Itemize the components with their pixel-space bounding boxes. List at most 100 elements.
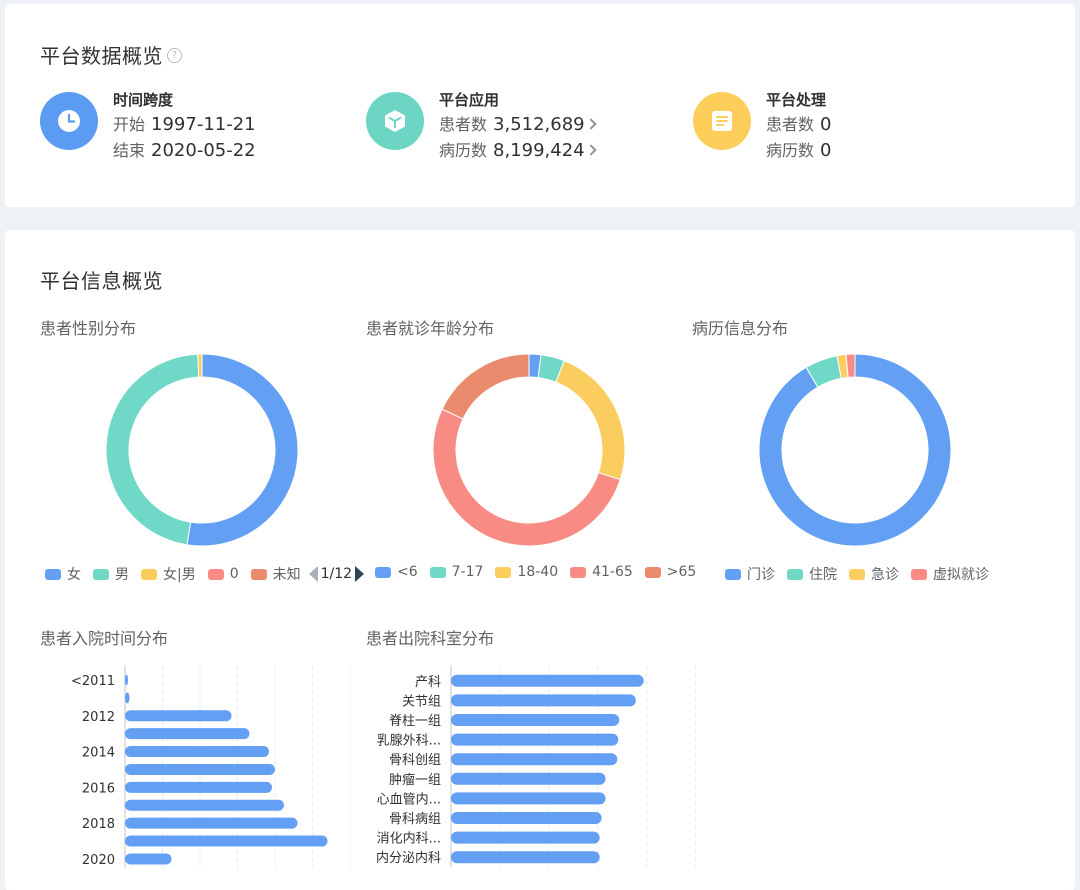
donut-slice-2[interactable]	[555, 360, 626, 481]
legend-swatch	[787, 568, 803, 580]
legend-item[interactable]: 女	[45, 564, 81, 584]
bar-0[interactable]	[451, 674, 644, 687]
bar-4[interactable]	[451, 753, 618, 766]
tick-label: 产科	[415, 675, 441, 690]
donut-slice-3[interactable]	[432, 408, 621, 547]
chevron-right-icon[interactable]	[584, 144, 597, 156]
bar-8[interactable]	[451, 831, 600, 844]
tick-label: 骨科创组	[389, 753, 441, 768]
tick-label: 2012	[82, 710, 115, 725]
stat-label: 病历数	[439, 141, 488, 160]
stat-row-patients: 患者数 0	[766, 112, 831, 138]
patients-link[interactable]: 患者数 3,512,689	[439, 112, 597, 138]
legend-item[interactable]: 7-17	[429, 564, 483, 580]
legend-label: <6	[397, 564, 418, 580]
legend-label: 女|男	[163, 567, 196, 583]
donut-slice-1[interactable]	[105, 353, 200, 546]
bar-7[interactable]	[451, 812, 602, 824]
chevron-right-icon[interactable]	[584, 118, 597, 130]
legend-item[interactable]: >65	[644, 564, 697, 580]
bar-1[interactable]	[451, 694, 636, 707]
bar-3[interactable]	[125, 728, 250, 740]
age-legend: <6 7-17 18-40 41-65 >65	[375, 564, 708, 580]
donut-slice-4[interactable]	[441, 353, 530, 420]
legend-item[interactable]: 18-40	[495, 564, 558, 580]
bar-9[interactable]	[451, 851, 600, 864]
bar-7[interactable]	[125, 799, 284, 811]
document-icon	[693, 92, 751, 150]
legend-item[interactable]: 住院	[787, 564, 837, 584]
legend-item[interactable]: 未知	[250, 564, 301, 584]
bar-6[interactable]	[451, 792, 606, 805]
bar-10[interactable]	[125, 853, 172, 865]
legend-pager: 1/12	[308, 566, 365, 582]
pager-text: 1/12	[320, 566, 353, 582]
bar-5[interactable]	[125, 763, 275, 775]
gender-legend: 女 男 女|男 0 未知 1/12	[45, 564, 365, 584]
gender-donut-chart	[105, 353, 299, 547]
stat-value: 0	[820, 140, 832, 161]
legend-item[interactable]: 41-65	[570, 564, 633, 580]
stat-title: 平台应用	[439, 91, 500, 109]
legend-swatch	[250, 568, 267, 580]
cube-icon	[366, 92, 424, 150]
prev-page-icon[interactable]	[308, 566, 318, 582]
legend-label: 18-40	[517, 564, 559, 580]
bar-2[interactable]	[451, 714, 620, 726]
donut-slice-0[interactable]	[758, 353, 952, 547]
discharge-bar-chart: 产科关节组脊柱一组乳腺外科... 骨科创组肿瘤一组心血管内... 骨科病组消化内科.…	[376, 665, 697, 867]
legend-swatch	[495, 566, 512, 578]
legend-item[interactable]: 急诊	[849, 564, 899, 584]
legend-item[interactable]: 女|男	[141, 564, 196, 584]
legend-swatch	[570, 566, 587, 578]
stat-label: 患者数	[766, 115, 815, 134]
records-link[interactable]: 病历数 8,199,424	[439, 138, 597, 164]
donut-slice-3[interactable]	[845, 353, 856, 378]
legend-item[interactable]: 男	[93, 564, 129, 584]
legend-swatch	[849, 568, 865, 580]
bar-3[interactable]	[451, 733, 619, 746]
next-page-icon[interactable]	[355, 566, 365, 582]
record-chart-title: 病历信息分布	[692, 319, 789, 338]
bar-9[interactable]	[125, 835, 328, 847]
help-icon[interactable]: ?	[167, 48, 182, 63]
tick-label: 内分泌内科	[376, 850, 441, 866]
bar-5[interactable]	[451, 772, 606, 785]
admission-bar-chart: <2011 2012 2014 2016 2018 2020	[71, 665, 351, 868]
legend-item[interactable]: 门诊	[725, 564, 775, 584]
legend-item[interactable]: <6	[375, 564, 418, 580]
stat-title: 时间跨度	[113, 91, 174, 109]
tick-label: 乳腺外科...	[377, 734, 441, 749]
info-title: 平台信息概览	[40, 269, 163, 293]
bar-0[interactable]	[125, 674, 128, 686]
tick-label: 肿瘤一组	[389, 772, 441, 788]
stat-label: 病历数	[766, 141, 815, 160]
tick-label: 心血管内...	[377, 791, 441, 807]
legend-label: >65	[666, 564, 697, 580]
bar-1[interactable]	[125, 692, 130, 704]
bar-2[interactable]	[125, 710, 232, 722]
bar-6[interactable]	[125, 781, 272, 793]
stat-value[interactable]: 3,512,689	[493, 114, 585, 135]
legend-label: 男	[115, 567, 129, 583]
info-card: 平台信息概览 患者性别分布 患者就诊年龄分布 病历信息分布 女 男 女|男 0 未知 1/…	[5, 230, 1075, 890]
bar-4[interactable]	[125, 746, 269, 758]
tick-label: 消化内科...	[377, 831, 441, 847]
legend-label: 0	[229, 566, 239, 582]
stat-value: 2020-05-22	[151, 140, 256, 161]
bar-8[interactable]	[125, 817, 298, 829]
donut-slice-0[interactable]	[186, 353, 299, 547]
legend-item[interactable]: 0	[207, 566, 239, 582]
stat-row-start: 开始 1997-11-21	[113, 112, 256, 138]
legend-label: 门诊	[747, 567, 775, 583]
stat-label: 结束	[113, 141, 146, 160]
tick-label: <2011	[71, 674, 115, 689]
legend-swatch	[45, 568, 61, 580]
tick-label: 2020	[82, 853, 115, 868]
donut-slice-2[interactable]	[197, 353, 203, 378]
legend-swatch	[725, 568, 741, 580]
legend-item[interactable]: 虚拟就诊	[911, 564, 989, 584]
stat-value[interactable]: 8,199,424	[493, 140, 585, 161]
legend-swatch	[644, 566, 661, 578]
tick-label: 脊柱一组	[389, 714, 441, 729]
